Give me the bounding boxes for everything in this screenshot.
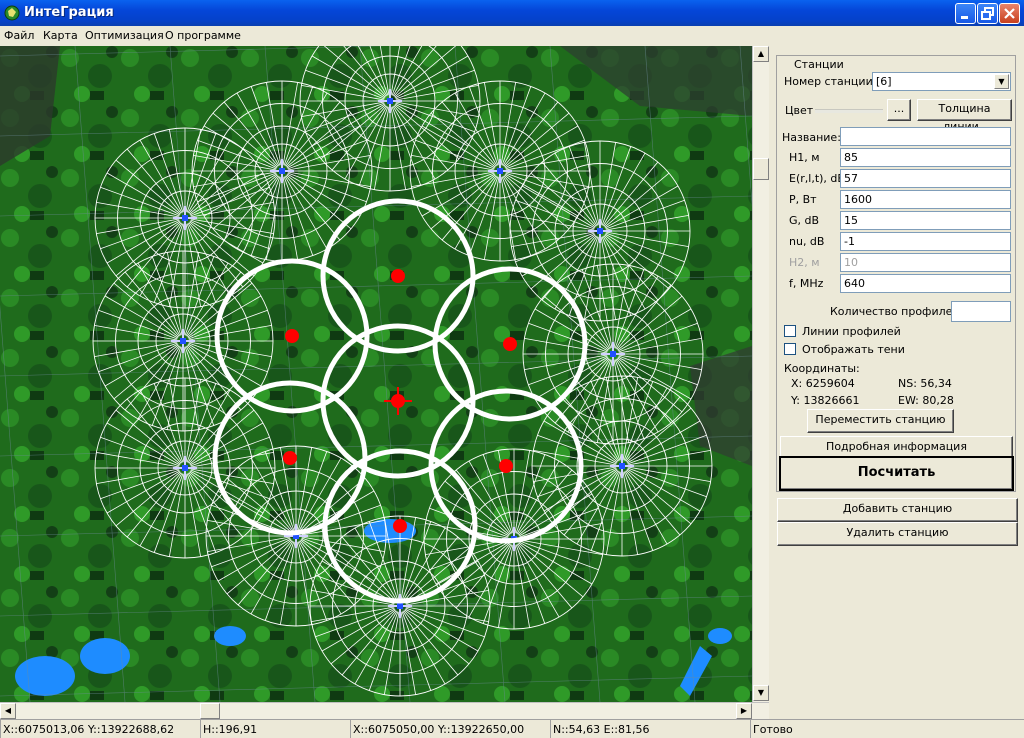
right-panel: Станции Номер станции: [6] ▼ Цвет ... То… [769, 46, 1024, 719]
delete-station-button[interactable]: Удалить станцию [777, 522, 1018, 546]
close-button[interactable] [999, 3, 1020, 24]
param-label: H2, м [789, 256, 820, 269]
calculate-button-label: Посчитать [857, 465, 936, 480]
delete-station-button-label: Удалить станцию [846, 526, 949, 539]
color-swatch [815, 109, 883, 113]
add-station-button[interactable]: Добавить станцию [777, 498, 1018, 522]
menu-file[interactable]: Файл [4, 29, 34, 42]
map-canvas[interactable] [0, 46, 752, 702]
param-input: 10 [840, 253, 1011, 272]
app-icon [4, 5, 20, 21]
status-grid-coords: X::6075050,00 Y::13922650,00 [350, 719, 550, 738]
map-view[interactable] [0, 46, 752, 702]
minimize-button[interactable] [955, 3, 976, 24]
minimize-icon [961, 16, 968, 19]
coordinate-ew: EW: 80,28 [898, 394, 954, 407]
name-label: Название: [782, 131, 841, 144]
station-number-select[interactable]: [6] ▼ [872, 72, 1011, 91]
color-label: Цвет [785, 104, 814, 117]
color-picker-button[interactable]: ... [887, 99, 911, 121]
window-title: ИнтеГрация [24, 5, 114, 20]
chevron-down-icon[interactable]: ▼ [994, 74, 1009, 89]
param-input[interactable]: 15 [840, 211, 1011, 230]
outer-station-marker[interactable] [597, 228, 603, 234]
stations-group: Станции Номер станции: [6] ▼ Цвет ... То… [776, 55, 1016, 492]
scroll-up-button[interactable]: ▲ [753, 46, 769, 62]
menu-about[interactable]: О программе [165, 29, 241, 42]
add-station-button-label: Добавить станцию [842, 502, 953, 515]
show-shadows-label: Отображать тени [802, 343, 905, 356]
outer-station-marker[interactable] [387, 98, 393, 104]
param-input[interactable]: 85 [840, 148, 1011, 167]
scroll-down-button[interactable]: ▼ [753, 685, 769, 701]
scroll-left-button[interactable]: ◀ [0, 703, 16, 719]
param-label: G, dB [789, 214, 820, 227]
station-marker[interactable] [503, 337, 517, 351]
coordinate-ns: NS: 56,34 [898, 377, 952, 390]
map-horizontal-scrollbar[interactable]: ◀ ▶ [0, 702, 769, 719]
details-button-label: Подробная информация [826, 440, 967, 453]
profiles-count-input[interactable] [951, 301, 1011, 322]
horizontal-scroll-thumb[interactable] [200, 703, 220, 719]
outer-station-marker[interactable] [610, 351, 616, 357]
station-marker[interactable] [393, 519, 407, 533]
close-icon [1004, 8, 1015, 19]
outer-station-marker[interactable] [497, 168, 503, 174]
coordinate-y: Y: 13826661 [791, 394, 860, 407]
profile-lines-checkbox[interactable] [784, 325, 796, 337]
param-input[interactable]: -1 [840, 232, 1011, 251]
outer-station-marker[interactable] [279, 168, 285, 174]
restore-button[interactable] [977, 3, 998, 24]
param-input[interactable]: 640 [840, 274, 1011, 293]
stations-group-title: Станции [791, 58, 847, 71]
station-marker[interactable] [285, 329, 299, 343]
station-marker[interactable] [391, 269, 405, 283]
menu-bar: Файл Карта Оптимизация О программе [0, 26, 1024, 45]
move-station-button[interactable]: Переместить станцию [807, 409, 954, 433]
station-marker[interactable] [499, 459, 513, 473]
title-bar[interactable]: ИнтеГрация [0, 0, 1024, 26]
param-input[interactable]: 57 [840, 169, 1011, 188]
vertical-scroll-thumb[interactable] [753, 158, 769, 180]
status-geo-coords: N::54,63 E::81,56 [550, 719, 750, 738]
menu-map[interactable]: Карта [43, 29, 78, 42]
outer-station-marker[interactable] [182, 215, 188, 221]
param-label: nu, dB [789, 235, 825, 248]
restore-icon [981, 7, 994, 20]
calculate-button[interactable]: Посчитать [779, 456, 1014, 491]
outer-station-marker[interactable] [397, 603, 403, 609]
color-picker-button-label: ... [893, 102, 905, 115]
name-input[interactable] [840, 127, 1011, 146]
outer-station-marker[interactable] [180, 338, 186, 344]
line-width-button[interactable]: Толщина линии.. [917, 99, 1012, 133]
scroll-right-button[interactable]: ▶ [736, 703, 752, 719]
status-height: H::196,91 [200, 719, 350, 738]
map-vertical-scrollbar[interactable]: ▲ ▼ [752, 46, 769, 702]
station-marker[interactable] [283, 451, 297, 465]
station-number-value: [6] [876, 75, 892, 88]
param-label: H1, м [789, 151, 820, 164]
profiles-count-label: Количество профилей [830, 305, 960, 318]
status-cursor-coords: X::6075013,06 Y::13922688,62 [0, 719, 200, 738]
param-input[interactable]: 1600 [840, 190, 1011, 209]
param-label: P, Вт [789, 193, 817, 206]
coordinates-title: Координаты: [784, 362, 860, 375]
station-number-label: Номер станции: [784, 75, 877, 88]
outer-station-marker[interactable] [182, 465, 188, 471]
param-label: E(r,l,t), dB [789, 172, 845, 185]
outer-station-marker[interactable] [619, 463, 625, 469]
coordinate-x: X: 6259604 [791, 377, 855, 390]
param-label: f, MHz [789, 277, 824, 290]
menu-optimization[interactable]: Оптимизация [85, 29, 164, 42]
show-shadows-checkbox[interactable] [784, 343, 796, 355]
status-message: Готово [750, 719, 1024, 738]
profile-lines-label: Линии профилей [802, 325, 901, 338]
move-station-button-label: Переместить станцию [815, 413, 946, 426]
